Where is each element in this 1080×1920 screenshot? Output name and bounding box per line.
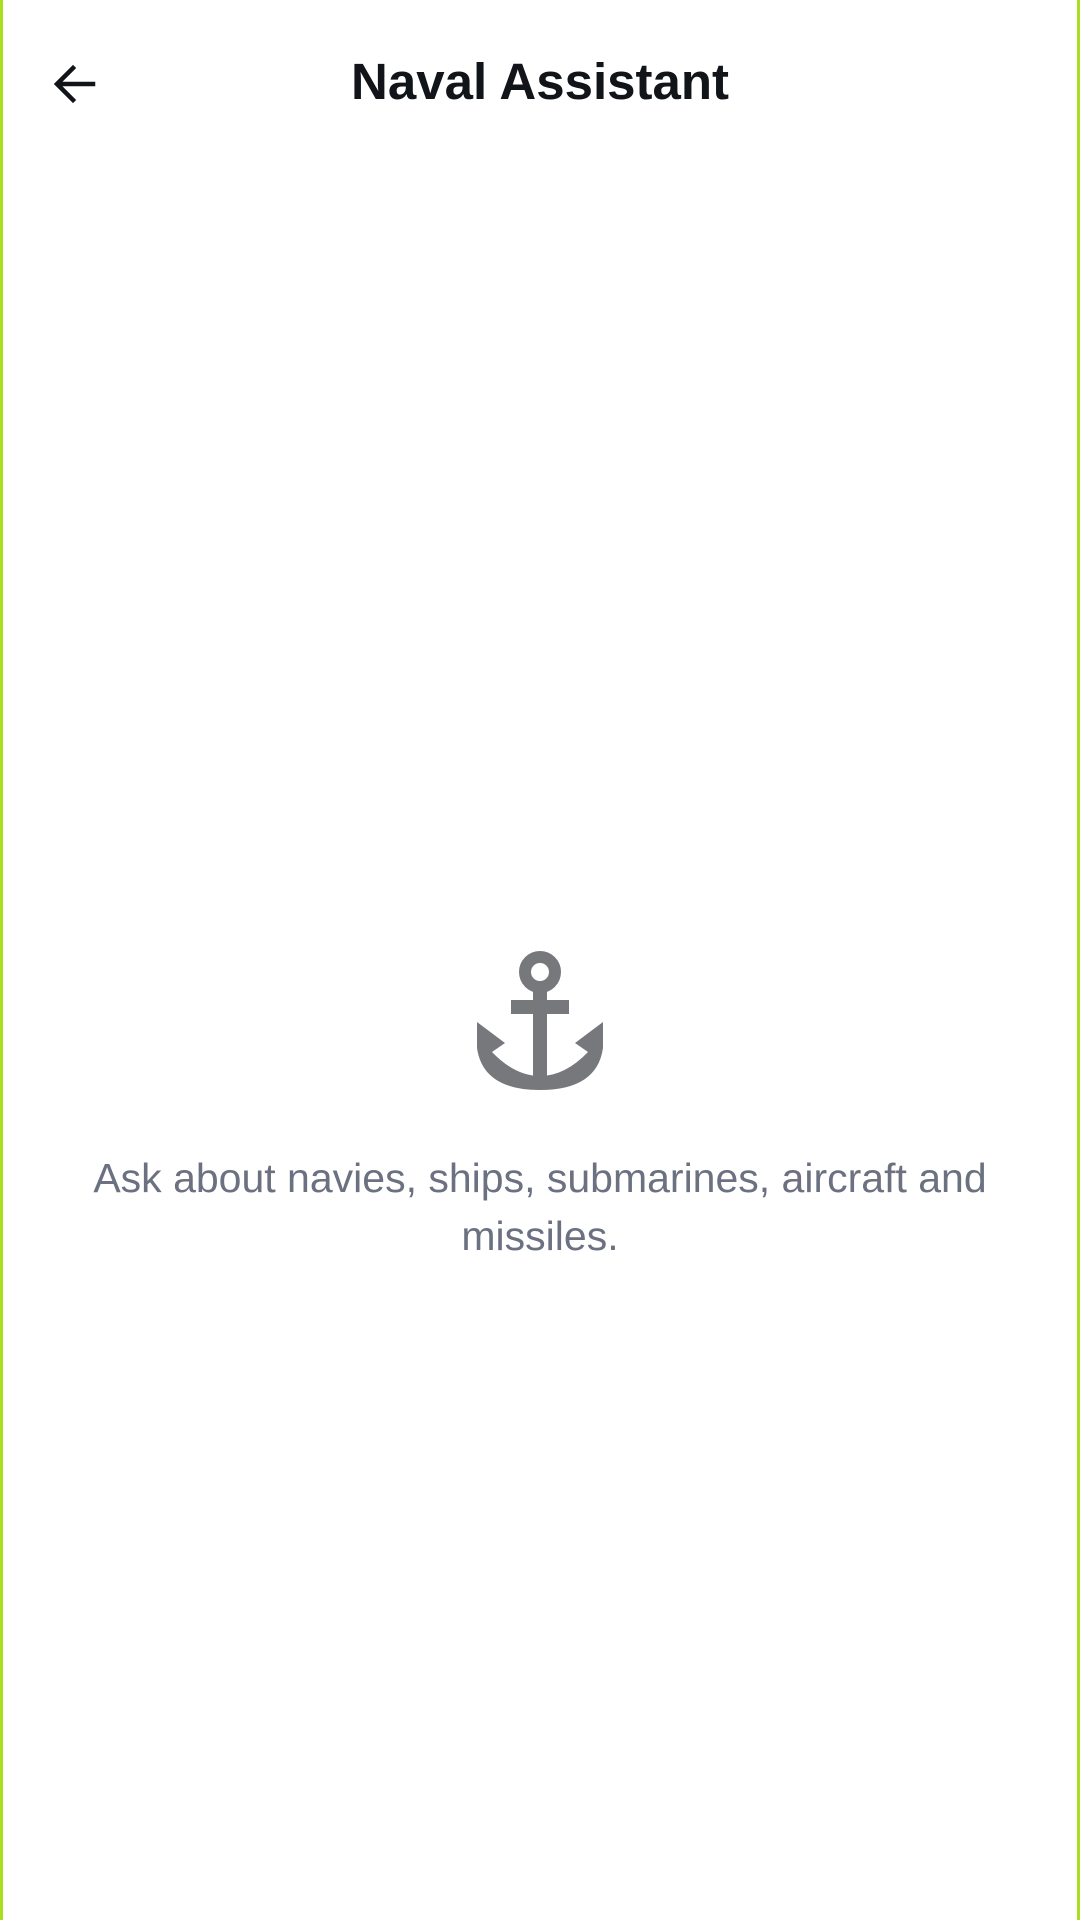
- empty-state-message: Ask about navies, ships, submarines, air…: [93, 1155, 987, 1259]
- app-bar: Naval Assistant: [3, 0, 1077, 164]
- empty-state: Ask about navies, ships, submarines, air…: [3, 950, 1077, 1265]
- chat-screen: Naval Assistant Ask about navies, ships,…: [3, 0, 1077, 1920]
- page-title: Naval Assistant: [351, 53, 729, 110]
- anchor-icon: [477, 951, 603, 1090]
